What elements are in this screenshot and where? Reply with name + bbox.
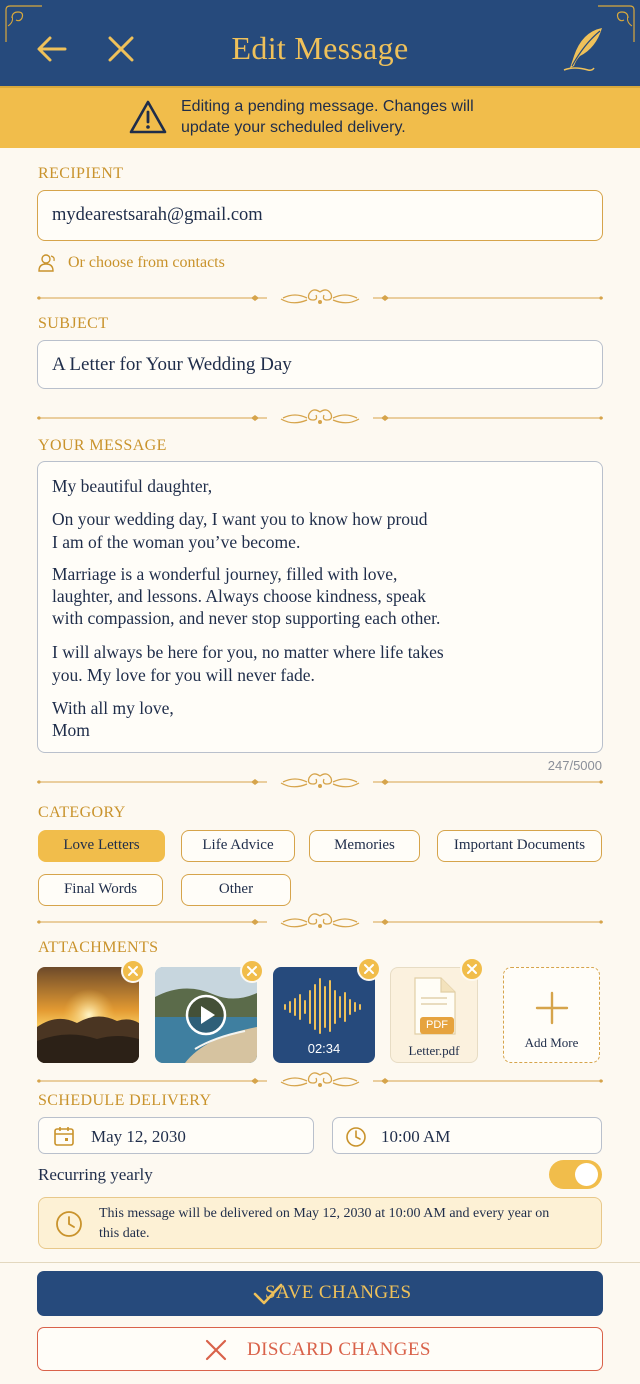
- message-line: My beautiful daughter,: [52, 476, 213, 496]
- date-picker[interactable]: May 12, 2030: [38, 1117, 314, 1154]
- pdf-filename: Letter.pdf: [408, 1043, 460, 1058]
- recurring-label: Recurring yearly: [38, 1165, 153, 1184]
- quill-pen-icon[interactable]: [562, 26, 606, 74]
- recipient-input[interactable]: mydearestsarah@gmail.com: [37, 190, 603, 241]
- delivery-info-text: This message will be delivered on May 12…: [99, 1206, 550, 1241]
- clock-icon: [56, 1211, 82, 1237]
- message-label: YOUR MESSAGE: [38, 437, 167, 454]
- date-value: May 12, 2030: [91, 1127, 186, 1146]
- delivery-info-box: This message will be delivered on May 12…: [38, 1197, 602, 1249]
- ornamental-divider: [37, 773, 603, 788]
- page-title: Edit Message: [231, 30, 409, 66]
- attachment-pdf[interactable]: PDF Letter.pdf: [390, 967, 478, 1063]
- recipient-value: mydearestsarah@gmail.com: [52, 205, 263, 225]
- play-icon[interactable]: [184, 993, 228, 1037]
- save-changes-label: SAVE CHANGES: [265, 1282, 412, 1303]
- save-changes-button[interactable]: SAVE CHANGES: [37, 1271, 603, 1316]
- message-line: Mom: [52, 720, 90, 740]
- ornamental-divider: [37, 289, 603, 304]
- contacts-icon[interactable]: [37, 253, 59, 273]
- category-chip-love-letters[interactable]: Love Letters: [38, 830, 165, 862]
- remove-attachment-icon[interactable]: [240, 959, 264, 983]
- recurring-toggle[interactable]: [549, 1160, 602, 1189]
- app-header: Edit Message: [0, 0, 640, 88]
- remove-attachment-icon[interactable]: [357, 957, 381, 981]
- toggle-knob: [575, 1163, 598, 1186]
- close-icon: [205, 1339, 227, 1361]
- warning-icon: [129, 100, 167, 134]
- add-more-label: Add More: [524, 1035, 579, 1050]
- message-line: laughter, and lessons. Always choose kin…: [52, 586, 427, 606]
- message-line: With all my love,: [52, 698, 174, 718]
- time-value: 10:00 AM: [381, 1127, 451, 1146]
- character-counter: 247/5000: [547, 758, 602, 773]
- attachment-audio[interactable]: 02:34: [273, 967, 375, 1063]
- message-line: you. My love for you will never fade.: [52, 665, 315, 685]
- category-chip-important-documents[interactable]: Important Documents: [437, 830, 602, 862]
- ornamental-divider: [37, 913, 603, 928]
- message-line: On your wedding day, I want you to know …: [52, 509, 428, 529]
- subject-value: A Letter for Your Wedding Day: [52, 354, 292, 375]
- message-line: Marriage is a wonderful journey, filled …: [52, 564, 398, 584]
- discard-changes-button[interactable]: DISCARD CHANGES: [37, 1327, 603, 1371]
- plus-icon: [535, 991, 569, 1025]
- category-chip-memories[interactable]: Memories: [309, 830, 420, 862]
- category-label: CATEGORY: [38, 804, 126, 821]
- add-more-attachment-button[interactable]: Add More: [503, 967, 600, 1063]
- attachments-label: ATTACHMENTS: [38, 939, 159, 956]
- pdf-badge: PDF: [420, 1017, 454, 1034]
- footer-divider: [0, 1262, 640, 1263]
- subject-input[interactable]: A Letter for Your Wedding Day: [37, 340, 603, 389]
- choose-contacts-link[interactable]: Or choose from contacts: [68, 254, 225, 272]
- remove-attachment-icon[interactable]: [121, 959, 145, 983]
- calendar-icon: [54, 1127, 74, 1146]
- recipient-label: RECIPIENT: [38, 165, 124, 182]
- subject-label: SUBJECT: [38, 315, 109, 332]
- clock-icon: [346, 1127, 366, 1147]
- category-chip-other[interactable]: Other: [181, 874, 291, 906]
- time-picker[interactable]: 10:00 AM: [332, 1117, 602, 1154]
- message-line: with compassion, and never stop supporti…: [52, 608, 441, 628]
- remove-attachment-icon[interactable]: [460, 957, 484, 981]
- attachment-photo-sunset[interactable]: [37, 967, 139, 1063]
- schedule-label: SCHEDULE DELIVERY: [38, 1092, 212, 1109]
- banner-text: Editing a pending message. Changes will …: [181, 98, 474, 136]
- audio-duration: 02:34: [307, 1041, 341, 1056]
- ornamental-divider: [37, 409, 603, 424]
- discard-changes-label: DISCARD CHANGES: [247, 1339, 431, 1360]
- message-line: I am of the woman you’ve become.: [52, 532, 301, 552]
- ornamental-divider: [37, 1072, 603, 1087]
- message-line: I will always be here for you, no matter…: [52, 642, 444, 662]
- category-chip-final-words[interactable]: Final Words: [38, 874, 163, 906]
- category-chip-life-advice[interactable]: Life Advice: [181, 830, 295, 862]
